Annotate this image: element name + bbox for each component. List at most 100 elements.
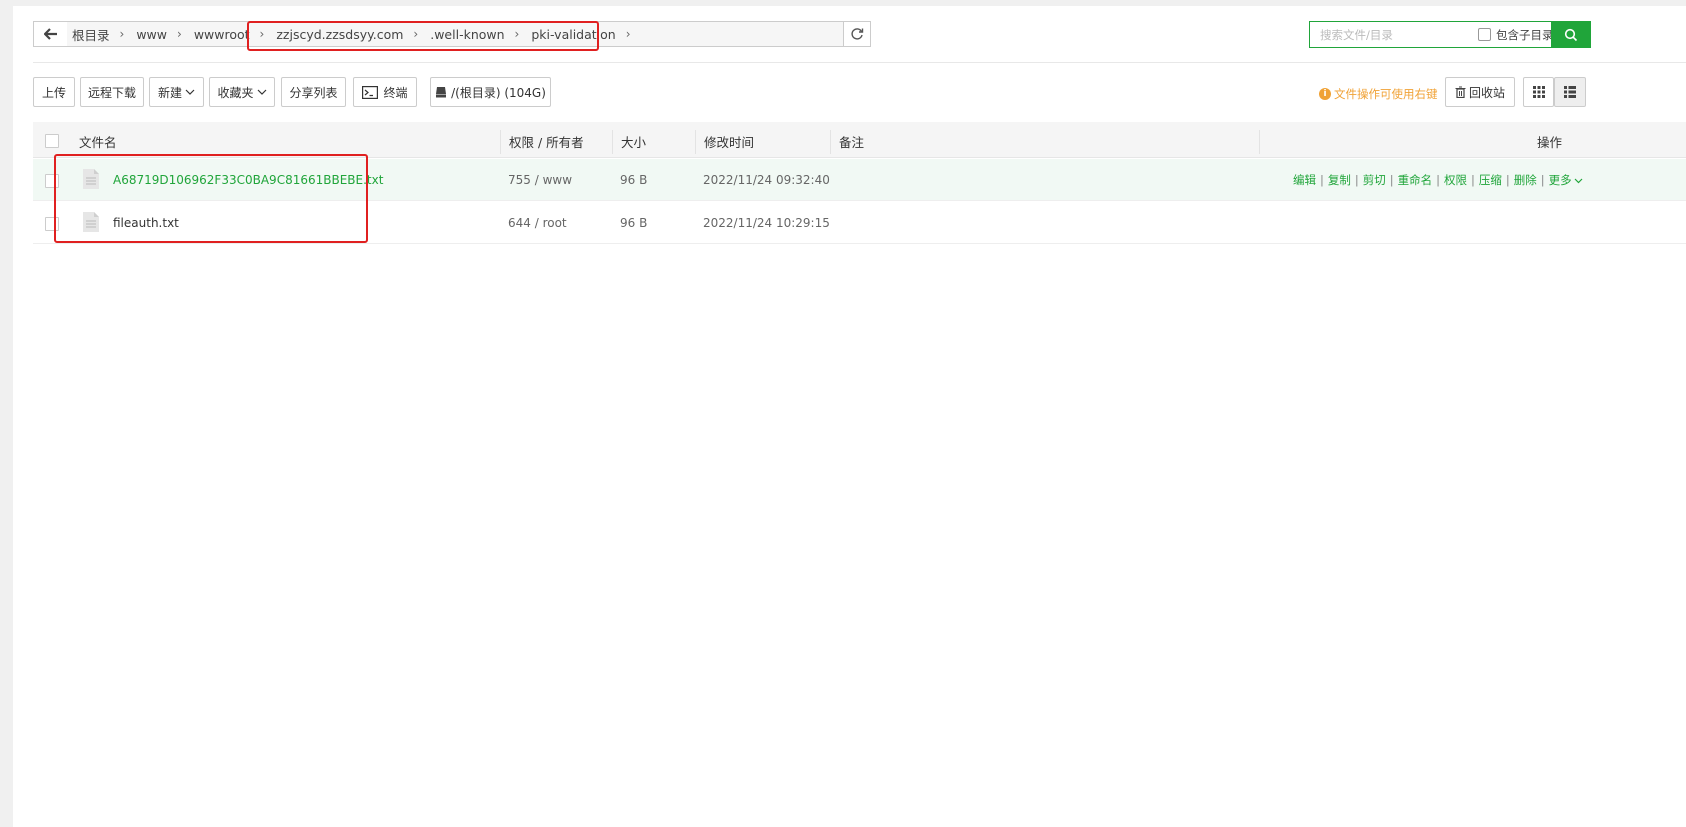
breadcrumb-item-well-known[interactable]: .well-known ›	[430, 27, 531, 42]
action-separator: |	[1354, 173, 1359, 187]
file-modified-time: 2022/11/24 10:29:15	[703, 216, 830, 230]
action-separator: |	[1320, 173, 1324, 187]
grid-view-button[interactable]	[1523, 77, 1554, 107]
row-actions: 编辑 | 复制 | 剪切 | 重命名 | 权限 | 压缩 | 删除 | 更多	[1293, 159, 1583, 201]
breadcrumb-label: 根目录	[72, 27, 110, 43]
new-button[interactable]: 新建	[149, 77, 204, 107]
text-file-icon	[83, 169, 99, 189]
row-checkbox[interactable]	[45, 217, 59, 231]
file-name[interactable]: fileauth.txt	[113, 202, 179, 244]
file-permission[interactable]: 755 / www	[508, 159, 572, 201]
file-manager-panel: 根目录 › www › wwwroot › zzjscyd.zzsdsyy.com › …	[13, 6, 1686, 827]
refresh-button[interactable]	[843, 21, 871, 47]
header-size[interactable]: 大小	[621, 122, 646, 158]
chevron-right-icon: ›	[119, 27, 125, 41]
file-size: 96 B	[620, 173, 648, 187]
share-list-button[interactable]: 分享列表	[281, 77, 346, 107]
file-modified-time: 2022/11/24 09:32:40	[703, 173, 830, 187]
action-separator: |	[1471, 173, 1475, 187]
chevron-down-icon	[1574, 178, 1583, 184]
chevron-right-icon: ›	[177, 27, 182, 41]
share-list-label: 分享列表	[289, 85, 338, 100]
action-delete[interactable]: 删除	[1514, 173, 1537, 187]
checkbox[interactable]	[1478, 28, 1491, 41]
terminal-label: 终端	[383, 85, 408, 100]
action-separator: |	[1505, 173, 1510, 187]
action-separator: |	[1436, 173, 1440, 187]
include-subdir-label: 包含子目录	[1496, 27, 1554, 42]
column-divider	[500, 130, 501, 154]
table-row[interactable]: fileauth.txt 644 / root 96 B 2022/11/24 …	[33, 202, 1686, 244]
hard-drive-icon	[436, 87, 447, 98]
divider	[33, 62, 1686, 63]
terminal-icon	[362, 85, 379, 99]
include-subdir-checkbox[interactable]: 包含子目录	[1478, 27, 1554, 43]
file-size: 96 B	[620, 216, 648, 230]
favorites-button[interactable]: 收藏夹	[209, 77, 275, 107]
list-view-icon	[1564, 86, 1576, 98]
grid-view-icon	[1532, 86, 1545, 98]
breadcrumb-item-wwwroot[interactable]: wwwroot ›	[194, 27, 277, 42]
chevron-down-icon	[257, 89, 266, 95]
action-copy[interactable]: 复制	[1328, 173, 1351, 187]
action-edit[interactable]: 编辑	[1293, 173, 1316, 187]
remote-download-button[interactable]: 远程下载	[80, 77, 144, 107]
info-icon: i	[1319, 88, 1331, 100]
search-button[interactable]	[1551, 21, 1591, 48]
select-all-checkbox[interactable]	[45, 134, 59, 148]
breadcrumb: 根目录 › www › wwwroot › zzjscyd.zzsdsyy.com › …	[67, 21, 844, 47]
column-divider	[1259, 130, 1260, 154]
header-permission: 权限 / 所有者	[509, 135, 584, 150]
search-box: 包含子目录	[1309, 21, 1571, 48]
remote-download-label: 远程下载	[87, 85, 136, 100]
breadcrumb-item-www[interactable]: www ›	[136, 27, 193, 42]
action-rename[interactable]: 重命名	[1398, 173, 1433, 187]
file-name[interactable]: A68719D106962F33C0BA9C81661BBEBE.txt	[113, 159, 383, 201]
terminal-button[interactable]: 终端	[353, 77, 417, 107]
chevron-right-icon: ›	[625, 27, 631, 41]
column-divider	[695, 130, 696, 154]
tip-label: 文件操作可使用右键	[1334, 87, 1438, 101]
file-table-header: 文件名 权限 / 所有者 大小 修改时间 备注 操作	[33, 122, 1686, 158]
column-divider	[612, 130, 613, 154]
chevron-right-icon: ›	[259, 27, 265, 41]
right-click-tip: i 文件操作可使用右键	[1319, 86, 1438, 102]
back-button[interactable]	[33, 21, 68, 47]
recycle-label: 回收站	[1468, 85, 1505, 100]
action-separator: |	[1389, 173, 1394, 187]
breadcrumb-label: www	[136, 26, 167, 42]
refresh-icon	[851, 28, 864, 40]
new-label: 新建	[157, 85, 182, 100]
breadcrumb-item-root[interactable]: 根目录 ›	[72, 25, 136, 44]
file-permission[interactable]: 644 / root	[508, 202, 567, 244]
table-row[interactable]: A68719D106962F33C0BA9C81661BBEBE.txt 755…	[33, 159, 1686, 201]
list-view-button[interactable]	[1554, 77, 1586, 107]
recycle-bin-button[interactable]: 回收站	[1445, 77, 1515, 107]
chevron-right-icon: ›	[514, 27, 520, 41]
column-divider	[830, 130, 831, 154]
breadcrumb-item-pki-validation[interactable]: pki-validation ›	[531, 27, 642, 42]
trash-icon	[1455, 86, 1466, 98]
header-note: 备注	[839, 135, 865, 150]
breadcrumb-item-domain[interactable]: zzjscyd.zzsdsyy.com ›	[276, 27, 430, 42]
disk-button[interactable]: /(根目录) (104G)	[430, 77, 551, 107]
breadcrumb-label: pki-validation	[531, 26, 616, 42]
breadcrumb-label: wwwroot	[193, 26, 250, 42]
action-permission[interactable]: 权限	[1444, 173, 1467, 187]
breadcrumb-label: zzjscyd.zzsdsyy.com	[276, 26, 404, 42]
action-separator: |	[1540, 173, 1545, 187]
chevron-down-icon	[185, 89, 195, 95]
header-actions: 操作	[1537, 135, 1563, 150]
disk-label: /(根目录) (104G)	[451, 85, 546, 100]
row-checkbox[interactable]	[45, 174, 59, 188]
upload-label: 上传	[41, 85, 66, 100]
action-more[interactable]: 更多	[1549, 173, 1572, 187]
text-file-icon	[83, 212, 99, 232]
action-compress[interactable]: 压缩	[1479, 173, 1502, 187]
chevron-right-icon: ›	[413, 27, 419, 41]
action-cut[interactable]: 剪切	[1363, 173, 1386, 187]
header-modified-time[interactable]: 修改时间	[704, 122, 754, 158]
search-input[interactable]	[1318, 26, 1472, 43]
upload-button[interactable]: 上传	[33, 77, 75, 107]
header-name[interactable]: 文件名	[79, 122, 117, 158]
